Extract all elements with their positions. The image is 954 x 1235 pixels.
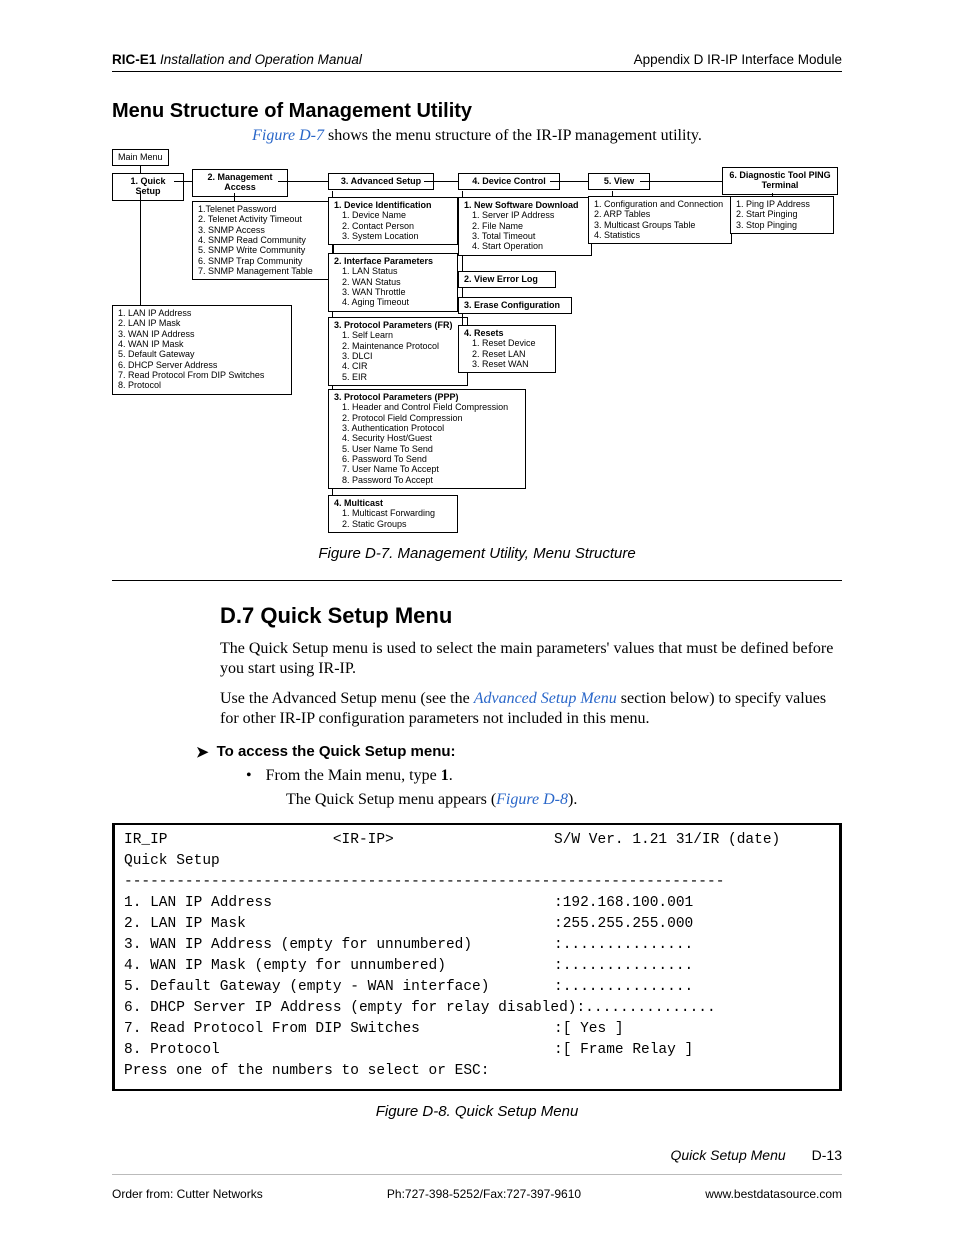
figure-d7-caption: Figure D-7. Management Utility, Menu Str… [112, 545, 842, 562]
page-footer-right: Quick Setup MenuD-13 [670, 1147, 842, 1163]
procedure-heading: ➤ To access the Quick Setup menu: [220, 743, 842, 761]
dc-view-error-log: 2. View Error Log [458, 271, 556, 288]
node-quick-setup: 1. Quick Setup [112, 173, 184, 201]
hdr-product: RIC-E1 [112, 52, 156, 67]
para-2: Use the Advanced Setup menu (see the Adv… [220, 689, 842, 729]
page-header: RIC-E1 Installation and Operation Manual… [112, 52, 842, 72]
bullet-icon: • [246, 767, 252, 785]
section-heading-d7: D.7 Quick Setup Menu [220, 603, 842, 629]
intro-line: Figure D-7 shows the menu structure of t… [112, 127, 842, 145]
dc-erase-config: 3. Erase Configuration [458, 297, 572, 314]
figure-d8-caption: Figure D-8. Quick Setup Menu [112, 1103, 842, 1120]
node-main-menu: Main Menu [112, 149, 169, 166]
para-1: The Quick Setup menu is used to select t… [220, 639, 842, 679]
node-mgmt-access: 2. Management Access [192, 169, 288, 197]
figure-d7-link[interactable]: Figure D-7 [252, 127, 324, 144]
node-advanced-setup: 3. Advanced Setup [328, 173, 434, 190]
order-footer: Order from: Cutter Networks Ph:727-398-5… [112, 1187, 842, 1201]
adv-device-id: 1. Device Identification 1. Device Name … [328, 197, 458, 245]
node-device-control: 4. Device Control [458, 173, 560, 190]
quick-setup-items: 1. LAN IP Address2. LAN IP Mask 3. WAN I… [112, 305, 292, 395]
footer-rule [112, 1174, 842, 1175]
section-divider [112, 580, 842, 581]
mgmt-access-items: 1.Telenet Password2. Telenet Activity Ti… [192, 201, 334, 280]
menu-structure-diagram: Main Menu 1. Quick Setup 2. Management A… [112, 149, 842, 539]
arrow-icon: ➤ [196, 743, 209, 761]
adv-interface-params: 2. Interface Parameters 1. LAN Status 2.… [328, 253, 458, 312]
view-items: 1. Configuration and Connection 2. ARP T… [588, 196, 732, 244]
section-title-menu-structure: Menu Structure of Management Utility [112, 100, 842, 123]
hdr-left-rest: Installation and Operation Manual [156, 52, 362, 67]
adv-protocol-fr: 3. Protocol Parameters (FR) 1. Self Lear… [328, 317, 468, 386]
adv-multicast: 4. Multicast 1. Multicast Forwarding 2. … [328, 495, 458, 533]
procedure-step: • From the Main menu, type 1. [246, 767, 842, 785]
hdr-right: Appendix D IR-IP Interface Module [634, 52, 842, 67]
node-diagnostic: 6. Diagnostic Tool PING Terminal [722, 167, 838, 195]
figure-d8-link[interactable]: Figure D-8 [496, 791, 568, 808]
dc-new-software: 1. New Software Download 1. Server IP Ad… [458, 197, 592, 256]
advanced-setup-link[interactable]: Advanced Setup Menu [474, 690, 617, 707]
dc-resets: 4. Resets 1. Reset Device 2. Reset LAN 3… [458, 325, 556, 373]
quick-setup-terminal: IR_IP <IR-IP>S/W Ver. 1.21 31/IR (date)Q… [112, 823, 842, 1091]
diag-items: 1. Ping IP Address 2. Start Pinging 3. S… [730, 196, 834, 234]
procedure-result: The Quick Setup menu appears (Figure D-8… [286, 791, 842, 809]
adv-protocol-ppp: 3. Protocol Parameters (PPP) 1. Header a… [328, 389, 526, 489]
